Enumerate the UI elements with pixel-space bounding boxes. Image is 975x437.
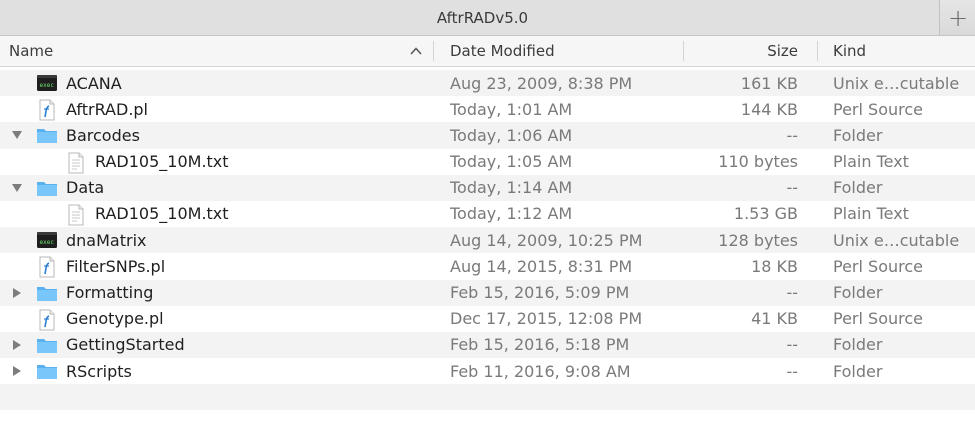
file-row[interactable]: RScripts Feb 11, 2016, 9:08 AM -- Folder	[0, 358, 975, 384]
file-kind: Plain Text	[833, 204, 909, 224]
column-date-header[interactable]: Date Modified	[450, 36, 555, 66]
file-name: RAD105_10M.txt	[95, 204, 229, 224]
column-divider[interactable]	[433, 41, 434, 61]
column-header: Name Date Modified Size Kind	[0, 36, 975, 67]
file-kind: Folder	[833, 178, 883, 198]
file-row[interactable]: FilterSNPs.pl Aug 14, 2015, 8:31 PM 18 KB P…	[0, 253, 975, 279]
perl-file-icon	[36, 99, 58, 121]
file-date-modified: Feb 15, 2016, 5:09 PM	[450, 283, 630, 302]
file-date-modified: Today, 1:14 AM	[450, 178, 573, 198]
folder-icon	[36, 335, 58, 355]
file-name: RScripts	[66, 361, 132, 381]
column-size-header[interactable]: Size	[767, 36, 798, 66]
column-divider[interactable]	[817, 41, 818, 61]
file-kind: Perl Source	[833, 309, 923, 329]
column-divider[interactable]	[683, 41, 684, 61]
file-kind: Plain Text	[833, 152, 909, 172]
file-kind: Unix e…cutable	[833, 230, 960, 250]
file-kind: Perl Source	[833, 256, 923, 276]
add-tab-button[interactable]: +	[941, 0, 975, 35]
column-kind-header[interactable]: Kind	[833, 36, 866, 66]
file-date-modified: Aug 23, 2009, 8:38 PM	[450, 73, 633, 93]
file-name: GettingStarted	[66, 335, 185, 355]
folder-icon	[36, 178, 58, 198]
file-date-modified: Today, 1:12 AM	[450, 204, 573, 224]
file-row[interactable]: exec ACANA Aug 23, 2009, 8:38 PM 161 KB Unix…	[0, 70, 975, 97]
file-size: 18 KB	[751, 256, 798, 276]
file-date-modified: Feb 15, 2016, 5:18 PM	[450, 335, 630, 355]
file-name: RAD105_10M.txt	[95, 152, 229, 172]
folder-icon	[36, 125, 58, 145]
file-size: 161 KB	[740, 73, 798, 93]
file-row[interactable]: Data Today, 1:14 AM -- Folder	[0, 174, 975, 201]
file-name: Data	[66, 178, 105, 198]
file-size: 1.53 GB	[733, 204, 798, 224]
file-date-modified: Feb 11, 2016, 9:08 AM	[450, 361, 631, 381]
window-title: AftrRADv5.0	[436, 9, 529, 27]
file-row[interactable]: AftrRAD.pl Today, 1:01 AM 144 KB Perl Sourc…	[0, 96, 975, 122]
disclosure-expanded-icon[interactable]	[10, 122, 24, 148]
empty-row	[0, 384, 975, 411]
file-size: --	[786, 335, 798, 355]
file-row[interactable]: RAD105_10M.txt Today, 1:05 AM 110 bytes Pla…	[0, 149, 975, 175]
file-date-modified: Aug 14, 2009, 10:25 PM	[450, 230, 643, 250]
file-size: --	[786, 125, 798, 145]
terminal-exec-icon: exec	[36, 73, 58, 93]
disclosure-collapsed-icon[interactable]	[10, 280, 24, 306]
text-file-icon	[65, 152, 87, 174]
file-name: Formatting	[66, 283, 154, 302]
terminal-exec-icon: exec	[36, 230, 58, 250]
file-date-modified: Today, 1:01 AM	[450, 99, 573, 119]
perl-file-icon	[36, 309, 58, 331]
window-tab[interactable]: AftrRADv5.0	[0, 0, 940, 35]
file-name: Genotype.pl	[66, 309, 164, 329]
file-kind: Folder	[833, 361, 883, 381]
file-size: 110 bytes	[718, 152, 798, 172]
file-kind: Folder	[833, 283, 883, 302]
file-name: dnaMatrix	[66, 230, 147, 250]
file-kind: Perl Source	[833, 99, 923, 119]
file-size: --	[786, 283, 798, 302]
file-size: 144 KB	[740, 99, 798, 119]
file-list: exec ACANA Aug 23, 2009, 8:38 PM 161 KB Unix…	[0, 70, 975, 411]
disclosure-collapsed-icon[interactable]	[10, 332, 24, 358]
disclosure-collapsed-icon[interactable]	[10, 358, 24, 384]
file-date-modified: Aug 14, 2015, 8:31 PM	[450, 256, 633, 276]
folder-icon	[36, 361, 58, 381]
file-row[interactable]: exec dnaMatrix Aug 14, 2009, 10:25 PM 128 b…	[0, 227, 975, 254]
file-row[interactable]: Barcodes Today, 1:06 AM -- Folder	[0, 122, 975, 149]
column-name-header[interactable]: Name	[9, 36, 53, 66]
file-size: --	[786, 178, 798, 198]
file-date-modified: Dec 17, 2015, 12:08 PM	[450, 309, 643, 329]
file-date-modified: Today, 1:05 AM	[450, 152, 573, 172]
sort-ascending-icon[interactable]	[410, 36, 422, 66]
folder-icon	[36, 283, 58, 303]
file-row[interactable]: Formatting Feb 15, 2016, 5:09 PM -- Folder	[0, 279, 975, 306]
file-name: ACANA	[66, 73, 122, 93]
perl-file-icon	[36, 256, 58, 278]
file-row[interactable]: GettingStarted Feb 15, 2016, 5:18 PM -- Fol…	[0, 331, 975, 359]
file-size: --	[786, 361, 798, 381]
file-name: FilterSNPs.pl	[66, 256, 166, 276]
file-size: 41 KB	[751, 309, 798, 329]
file-kind: Unix e…cutable	[833, 73, 960, 93]
file-date-modified: Today, 1:06 AM	[450, 125, 573, 145]
file-kind: Folder	[833, 335, 883, 355]
svg-text:exec: exec	[40, 82, 55, 89]
file-row[interactable]: RAD105_10M.txt Today, 1:12 AM 1.53 GB Plain…	[0, 201, 975, 227]
file-row[interactable]: Genotype.pl Dec 17, 2015, 12:08 PM 41 KB Pe…	[0, 306, 975, 332]
tab-bar: AftrRADv5.0 +	[0, 0, 975, 36]
file-name: AftrRAD.pl	[66, 99, 148, 119]
file-name: Barcodes	[66, 125, 140, 145]
disclosure-expanded-icon[interactable]	[10, 175, 24, 201]
file-size: 128 bytes	[718, 230, 798, 250]
file-kind: Folder	[833, 125, 883, 145]
text-file-icon	[65, 204, 87, 226]
svg-text:exec: exec	[40, 239, 55, 246]
